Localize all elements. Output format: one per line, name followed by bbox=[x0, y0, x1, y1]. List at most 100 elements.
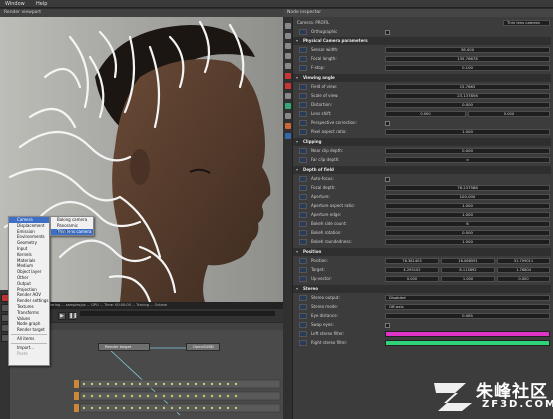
menu-bar: Window Help bbox=[0, 0, 553, 8]
param-icon bbox=[299, 203, 307, 209]
graph-node-render-target[interactable]: Render target bbox=[98, 343, 150, 351]
submenu-item-thin-lens[interactable]: Thin lens camera bbox=[51, 229, 93, 235]
lens-shift-x-field[interactable]: 0.000 bbox=[385, 111, 466, 117]
param-icon bbox=[299, 230, 307, 236]
near-clip-field[interactable]: 0.000 bbox=[385, 148, 550, 154]
up-vector-z-field[interactable]: 0.000 bbox=[497, 276, 550, 282]
node-context-menu: Camera Displacement Emission Environment… bbox=[8, 216, 50, 366]
node-icon[interactable] bbox=[285, 53, 291, 59]
node-icon[interactable] bbox=[285, 33, 291, 39]
node-icon[interactable] bbox=[285, 83, 291, 89]
section-stereo[interactable]: Stereo bbox=[293, 285, 551, 293]
param-icon bbox=[299, 129, 307, 135]
graph-node-opensubd[interactable]: OpenSUBD bbox=[186, 343, 220, 351]
node-icon[interactable] bbox=[285, 93, 291, 99]
node-icon[interactable] bbox=[285, 23, 291, 29]
menu-item[interactable]: All items bbox=[9, 336, 49, 342]
node-icon[interactable] bbox=[285, 123, 291, 129]
sensor-width-field[interactable]: 36.000 bbox=[385, 47, 550, 53]
focal-depth-field[interactable]: 76.237588 bbox=[385, 185, 550, 191]
orthographic-checkbox[interactable] bbox=[385, 29, 390, 35]
inspector-title: Node inspector bbox=[283, 9, 553, 17]
menu-item[interactable]: Paste bbox=[9, 351, 49, 357]
param-icon bbox=[299, 258, 307, 264]
bokeh-sides-field[interactable]: 6 bbox=[385, 221, 550, 227]
timeline-scrubber[interactable] bbox=[80, 311, 275, 316]
camera-type-dropdown[interactable]: Thin lens camera bbox=[503, 20, 550, 26]
pause-icon[interactable]: ❚❚ bbox=[68, 312, 77, 320]
orthographic-row: Orthographic bbox=[293, 28, 551, 36]
camera-label: Camera: PROFIL bbox=[297, 20, 330, 25]
param-icon bbox=[299, 29, 307, 35]
param-icon bbox=[299, 304, 307, 310]
bokeh-roundedness-field[interactable]: 1.000 bbox=[385, 239, 550, 245]
node-icon[interactable] bbox=[285, 103, 291, 109]
param-icon bbox=[299, 194, 307, 200]
up-vector-y-field[interactable]: 1.000 bbox=[441, 276, 495, 282]
lens-shift-y-field[interactable]: 0.000 bbox=[468, 111, 550, 117]
far-clip-field[interactable]: ∞ bbox=[385, 157, 550, 163]
watermark: 朱峰社区 ZF3D.COM bbox=[432, 373, 553, 419]
up-vector-x-field[interactable]: 0.000 bbox=[385, 276, 439, 282]
section-physical[interactable]: Physical Camera parameters bbox=[293, 37, 551, 45]
position-x-field[interactable]: 76.381403 bbox=[385, 258, 439, 264]
play-icon[interactable]: ▶ bbox=[58, 312, 66, 320]
param-icon bbox=[299, 93, 307, 99]
position-z-field[interactable]: 31.709011 bbox=[497, 258, 550, 264]
node-icon[interactable] bbox=[285, 113, 291, 119]
viewer-title: Render viewport bbox=[0, 9, 283, 17]
param-icon bbox=[299, 267, 307, 273]
param-icon bbox=[299, 221, 307, 227]
aperture-edge-field[interactable]: 1.000 bbox=[385, 212, 550, 218]
node-inspector: Camera: PROFIL Thin lens camera Orthogra… bbox=[293, 17, 553, 419]
section-depth-of-field[interactable]: Depth of field bbox=[293, 166, 551, 174]
pixel-aspect-field[interactable]: 1.000 bbox=[385, 129, 550, 135]
menu-window[interactable]: Window bbox=[0, 0, 30, 8]
fov-field[interactable]: 15.7663 bbox=[385, 84, 550, 90]
autofocus-checkbox[interactable] bbox=[385, 176, 390, 182]
aperture-aspect-field[interactable]: 1.000 bbox=[385, 203, 550, 209]
param-icon bbox=[299, 65, 307, 71]
stereo-mode-dropdown[interactable]: Off-axis bbox=[385, 304, 550, 310]
perspective-correction-checkbox[interactable] bbox=[385, 120, 390, 126]
node-icon[interactable] bbox=[285, 133, 291, 139]
swap-eyes-checkbox[interactable] bbox=[385, 322, 390, 328]
camera-submenu: Baking camera Panoramic camera Thin lens… bbox=[50, 216, 94, 236]
param-icon bbox=[299, 331, 307, 337]
param-icon bbox=[299, 157, 307, 163]
fstop-field[interactable]: 0.100 bbox=[385, 65, 550, 71]
position-y-field[interactable]: 16.068591 bbox=[441, 258, 495, 264]
param-icon bbox=[299, 185, 307, 191]
param-icon bbox=[299, 56, 307, 62]
inspector-side-icons bbox=[283, 9, 293, 419]
section-position[interactable]: Position bbox=[293, 248, 551, 256]
param-icon bbox=[299, 102, 307, 108]
bokeh-rotation-field[interactable]: 0.000 bbox=[385, 230, 550, 236]
target-z-field[interactable]: 1.76804 bbox=[497, 267, 550, 273]
camera-header-row: Camera: PROFIL Thin lens camera bbox=[293, 19, 551, 27]
node-icon[interactable] bbox=[285, 63, 291, 69]
eye-distance-field[interactable]: 0.065 bbox=[385, 313, 550, 319]
watermark-sub-text: ZF3D.COM bbox=[482, 399, 553, 410]
aperture-field[interactable]: 100.000 bbox=[385, 194, 550, 200]
node-icon[interactable] bbox=[285, 43, 291, 49]
section-viewing-angle[interactable]: Viewing angle bbox=[293, 74, 551, 82]
param-icon bbox=[299, 111, 307, 117]
node-icon[interactable] bbox=[285, 73, 291, 79]
target-y-field[interactable]: 8.113692 bbox=[441, 267, 495, 273]
distortion-field[interactable]: 0.000 bbox=[385, 102, 550, 108]
param-icon bbox=[299, 176, 307, 182]
focal-length-field[interactable]: 135.76678 bbox=[385, 56, 550, 62]
right-stereo-color-swatch[interactable] bbox=[385, 340, 550, 346]
menu-item[interactable]: Render target bbox=[9, 327, 49, 333]
section-clipping[interactable]: Clipping bbox=[293, 138, 551, 146]
stereo-output-dropdown[interactable]: Disabled bbox=[385, 295, 550, 301]
param-icon bbox=[299, 239, 307, 245]
menu-help[interactable]: Help bbox=[31, 0, 52, 8]
param-icon bbox=[299, 276, 307, 282]
scale-of-view-field[interactable]: 23.137856 bbox=[385, 93, 550, 99]
param-icon bbox=[299, 313, 307, 319]
param-icon bbox=[299, 322, 307, 328]
left-stereo-color-swatch[interactable] bbox=[385, 331, 550, 337]
target-x-field[interactable]: 4.293102 bbox=[385, 267, 439, 273]
